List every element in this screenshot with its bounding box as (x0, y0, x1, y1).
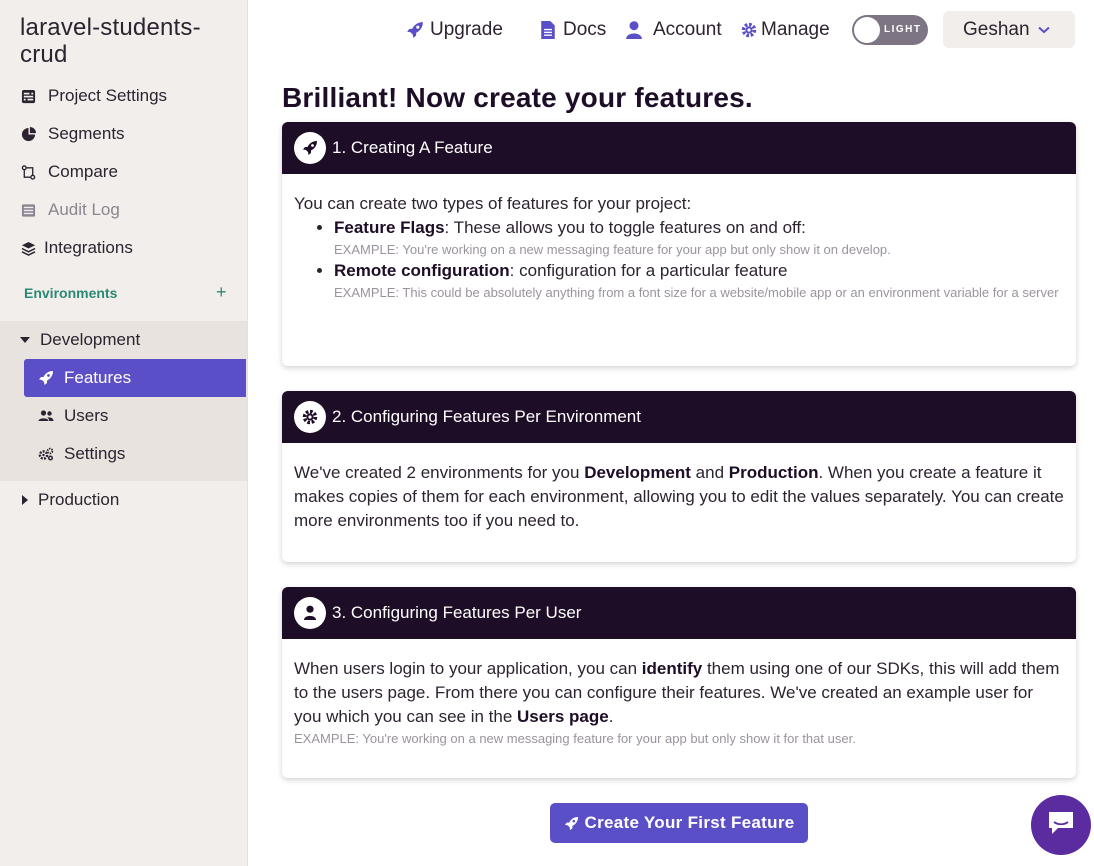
feature-types-list: Feature Flags: These allows you to toggl… (334, 216, 1064, 302)
term: Feature Flags (334, 218, 445, 237)
card-text: and (690, 463, 729, 482)
create-first-feature-button[interactable]: Create Your First Feature (550, 803, 808, 843)
card-header: 2. Configuring Features Per Environment (282, 391, 1076, 443)
card-text: We've created 2 environments for you (294, 463, 585, 482)
example-text: EXAMPLE: You're working on a new messagi… (294, 731, 856, 746)
emphasis-production: Production (728, 463, 819, 482)
upgrade-link[interactable]: Upgrade (406, 14, 503, 46)
environment-name: Production (38, 490, 120, 509)
card-header: 1. Creating A Feature (282, 122, 1076, 174)
list-item: Remote configuration: configuration for … (334, 259, 1064, 302)
chat-launcher-button[interactable] (1031, 795, 1091, 855)
rocket-icon (564, 816, 579, 831)
layers-icon (20, 240, 36, 256)
project-title[interactable]: laravel-students-crud (20, 14, 240, 68)
list-item: Feature Flags: These allows you to toggl… (334, 216, 1064, 259)
term: Remote configuration (334, 261, 510, 280)
docs-label: Docs (563, 19, 607, 40)
cta-label: Create Your First Feature (584, 813, 795, 832)
sidebar-item-label: Settings (64, 444, 126, 463)
users-icon (38, 408, 54, 424)
user-menu-button[interactable]: Geshan (943, 11, 1075, 48)
environment-production[interactable]: Production (20, 485, 119, 515)
sidebar-item-integrations[interactable]: Integrations (20, 233, 133, 263)
sidebar-item-project-settings[interactable]: Project Settings (20, 81, 167, 111)
sidebar-item-label: Users (64, 406, 109, 425)
rocket-icon (294, 132, 326, 164)
environment-name: Development (40, 330, 141, 349)
sidebar-item-label: Audit Log (48, 200, 120, 219)
card-title: 2. Configuring Features Per Environment (332, 407, 641, 426)
account-label: Account (653, 19, 722, 40)
sidebar-item-label: Segments (48, 124, 125, 143)
document-icon (539, 21, 557, 39)
sidebar-item-audit-log[interactable]: Audit Log (20, 195, 120, 225)
chat-bubble-icon (1046, 809, 1076, 842)
card-intro: You can create two types of features for… (294, 194, 692, 213)
add-environment-button[interactable]: + (216, 282, 227, 303)
rocket-icon (406, 21, 424, 39)
environments-label: Environments (24, 285, 118, 301)
sidebar-item-label: Integrations (44, 238, 133, 257)
docs-link[interactable]: Docs (539, 14, 606, 46)
example-text: EXAMPLE: You're working on a new messagi… (334, 242, 891, 257)
caret-right-icon (22, 495, 28, 505)
gear-icon (294, 401, 326, 433)
chevron-down-icon (1037, 26, 1050, 34)
card-body: When users login to your application, yo… (282, 639, 1076, 760)
user-icon (625, 21, 643, 39)
toggle-knob (854, 17, 880, 43)
manage-link[interactable]: Manage (740, 14, 830, 46)
rocket-icon (38, 370, 54, 386)
term-description: : These allows you to toggle features on… (444, 218, 806, 237)
card-body: You can create two types of features for… (282, 174, 1076, 314)
sidebar-item-compare[interactable]: Compare (20, 157, 118, 187)
sidebar-item-settings[interactable]: Settings (24, 435, 246, 473)
environment-development[interactable]: Development (20, 325, 140, 355)
theme-toggle[interactable]: LIGHT (852, 15, 928, 45)
pie-chart-icon (20, 126, 36, 142)
term-description: : configuration for a particular feature (509, 261, 788, 280)
card-text: . (608, 707, 614, 726)
gear-icon (740, 21, 758, 39)
sidebar-item-label: Features (64, 368, 132, 387)
sidebar: laravel-students-crud Project Settings S… (0, 0, 248, 866)
caret-down-icon (20, 337, 30, 343)
account-link[interactable]: Account (625, 14, 722, 46)
page-title: Brilliant! Now create your features. (282, 82, 753, 113)
card-creating-feature: 1. Creating A Feature You can create two… (282, 122, 1076, 366)
card-features-per-environment: 2. Configuring Features Per Environment … (282, 391, 1076, 562)
cogs-icon (38, 446, 54, 462)
user-name: Geshan (963, 18, 1030, 40)
manage-label: Manage (761, 19, 830, 40)
git-compare-icon (20, 164, 36, 180)
sliders-icon (20, 88, 36, 104)
card-features-per-user: 3. Configuring Features Per User When us… (282, 587, 1076, 778)
sidebar-item-label: Compare (48, 162, 118, 181)
card-title: 1. Creating A Feature (332, 138, 493, 157)
sidebar-item-segments[interactable]: Segments (20, 119, 125, 149)
upgrade-label: Upgrade (430, 19, 503, 40)
list-icon (20, 202, 36, 218)
sidebar-item-features[interactable]: Features (24, 359, 246, 397)
user-icon (294, 597, 326, 629)
card-header: 3. Configuring Features Per User (282, 587, 1076, 639)
example-text: EXAMPLE: This could be absolutely anythi… (334, 285, 1059, 300)
card-text: When users login to your application, yo… (294, 659, 642, 678)
theme-toggle-label: LIGHT (884, 24, 922, 35)
sidebar-item-users[interactable]: Users (24, 397, 246, 435)
emphasis-identify: identify (641, 659, 703, 678)
sidebar-item-label: Project Settings (48, 86, 168, 105)
card-title: 3. Configuring Features Per User (332, 603, 582, 622)
card-body: We've created 2 environments for you Dev… (282, 443, 1076, 545)
emphasis-development: Development (584, 463, 691, 482)
emphasis-users-page: Users page (517, 707, 609, 726)
